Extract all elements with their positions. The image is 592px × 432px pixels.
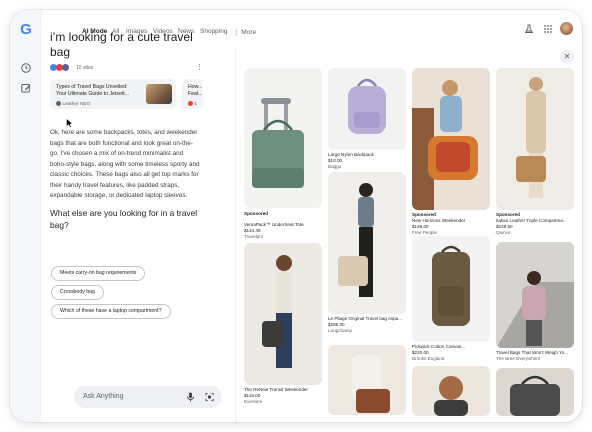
product-image xyxy=(244,68,322,208)
google-logo[interactable]: G xyxy=(18,22,34,38)
product-card[interactable] xyxy=(496,368,574,416)
ai-answer-text: Ok, here are some backpacks, totes, and … xyxy=(50,129,200,199)
source-thumbnail xyxy=(146,84,172,104)
follow-up-question: What else are you looking for in a trave… xyxy=(50,208,198,230)
sponsored-label: Sponsored xyxy=(496,212,520,217)
product-image xyxy=(496,368,574,416)
suggestion-chip[interactable]: Crossbody bag xyxy=(51,285,104,300)
ask-input-placeholder: Ask Anything xyxy=(83,393,124,400)
product-image xyxy=(412,68,490,210)
bag-detail-image xyxy=(510,375,560,416)
suggestion-chip[interactable]: Meets carry-on bag requirements xyxy=(51,266,146,281)
product-name: Italian Leather Triple Compartme... xyxy=(496,218,567,223)
product-price: $229.50 xyxy=(496,224,513,229)
apps-grid-icon[interactable] xyxy=(543,24,553,34)
model-portrait-image xyxy=(434,376,468,416)
product-image xyxy=(244,243,322,385)
tab-shopping[interactable]: Shopping xyxy=(200,28,227,35)
product-store: Everlane xyxy=(244,399,263,404)
source-title: Types of Travel Bags Unveiled: Your Ulti… xyxy=(56,84,130,97)
canvas-backpack-image xyxy=(432,245,470,326)
suggestion-chip[interactable]: Which of these have a laptop compartment… xyxy=(51,304,171,319)
site-logo-icon xyxy=(56,101,61,106)
source-site: 1 xyxy=(188,101,197,107)
product-card[interactable]: Pickwick Cotton Canvas... $220.00 Brooks… xyxy=(412,236,490,366)
product-card[interactable] xyxy=(328,345,406,415)
product-price: $119.00 xyxy=(244,393,261,398)
product-store: Baggu xyxy=(328,164,342,169)
leather-tote-model-image xyxy=(516,77,546,198)
model-with-bag-image xyxy=(352,355,390,413)
nylon-backpack-image xyxy=(348,78,386,134)
more-options-icon[interactable]: ⋮ xyxy=(196,63,203,71)
tab-more[interactable]: ⋮ More xyxy=(233,28,256,36)
product-image xyxy=(496,68,574,210)
product-card[interactable]: Le Pliage Original Travel bag expa... $2… xyxy=(328,172,406,342)
side-rail: G xyxy=(10,10,42,422)
product-store: Free People xyxy=(412,230,438,235)
product-image xyxy=(328,345,406,415)
source-title: How... Feat... xyxy=(188,84,202,97)
rolling-tote-image xyxy=(252,98,304,188)
product-price: $10.00 xyxy=(328,158,343,163)
labs-flask-icon[interactable] xyxy=(524,24,534,34)
product-name: Travel Bags That Won’t Weigh Yo... xyxy=(496,350,569,355)
sponsored-label: Sponsored xyxy=(244,211,268,216)
product-image xyxy=(496,242,574,348)
product-card[interactable]: Travel Bags That Won’t Weigh Yo... The B… xyxy=(496,242,574,366)
product-store: Brooks England xyxy=(412,356,445,361)
product-price: $148.00 xyxy=(412,224,429,229)
microphone-icon[interactable] xyxy=(186,392,195,402)
product-card[interactable] xyxy=(412,366,490,416)
camera-lens-icon[interactable] xyxy=(205,392,214,402)
product-name: Large Nylon Backpack xyxy=(328,152,374,157)
site-favicon-icon xyxy=(62,64,69,71)
product-name: Le Pliage Original Travel bag expa... xyxy=(328,316,403,321)
weekender-model-image xyxy=(262,255,292,368)
product-card[interactable]: Sponsored xyxy=(244,68,322,220)
product-store: The Bree Everywhere xyxy=(496,356,541,361)
product-store: Quince xyxy=(496,230,511,235)
source-site: Leather NEO xyxy=(56,101,90,107)
user-query: i’m looking for a cute travel bag xyxy=(50,30,193,59)
new-chat-icon[interactable] xyxy=(20,82,32,94)
app-window: G AI Mode All Images Videos News Shoppin… xyxy=(10,10,582,422)
avatar[interactable] xyxy=(560,22,573,35)
ask-input[interactable]: Ask Anything xyxy=(74,386,222,408)
product-price: $220.00 xyxy=(412,350,429,355)
sponsored-label: Sponsored xyxy=(412,212,436,217)
product-name: VersaPack™ UnderSeat Tote xyxy=(244,222,304,227)
product-image xyxy=(412,236,490,342)
product-card[interactable]: Sponsored Italian Leather Triple Compart… xyxy=(496,68,574,236)
product-name: Pickwick Cotton Canvas... xyxy=(412,344,466,349)
source-card[interactable]: How... Feat... 1 xyxy=(182,79,202,109)
weekender-bag-image xyxy=(412,80,478,210)
mouse-pointer-icon xyxy=(66,118,73,128)
product-image xyxy=(328,68,406,150)
pane-divider xyxy=(235,48,236,422)
source-card[interactable]: Types of Travel Bags Unveiled: Your Ulti… xyxy=(50,79,176,109)
history-icon[interactable] xyxy=(20,62,32,74)
product-price: $144.49 xyxy=(244,228,261,233)
close-button[interactable]: ✕ xyxy=(560,50,574,64)
le-pliage-model-image xyxy=(338,183,374,297)
product-store: Longchamp xyxy=(328,328,353,333)
product-card[interactable]: Large Nylon Backpack $10.00 Baggu xyxy=(328,68,406,180)
product-card[interactable]: Sponsored New Horizons Weekender $148.00… xyxy=(412,68,490,236)
site-logo-icon xyxy=(188,101,193,106)
product-card[interactable]: The ReNew Transit Weekender $119.00 Ever… xyxy=(244,243,322,413)
escalator-backpack-image xyxy=(496,271,574,348)
product-store: Travelpro xyxy=(244,234,264,239)
product-image xyxy=(412,366,490,416)
product-image xyxy=(328,172,406,314)
product-price: $285.00 xyxy=(328,322,345,327)
sites-count: 10 sites xyxy=(76,65,94,71)
product-name: The ReNew Transit Weekender xyxy=(244,387,309,392)
product-name: New Horizons Weekender xyxy=(412,218,466,223)
